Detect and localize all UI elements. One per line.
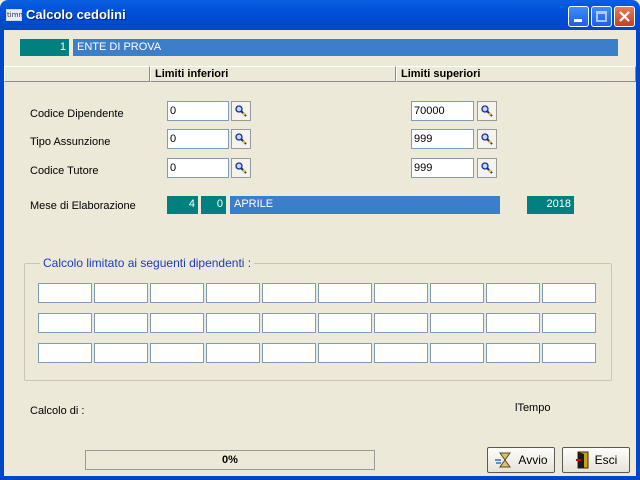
day-field[interactable]: 0 [201,196,226,214]
tipo-assunzione-upper-input[interactable]: 999 [411,129,474,149]
search-lookup-icon [235,162,247,174]
codice-tutore-lower-lookup-button[interactable] [231,158,251,178]
minimize-button[interactable] [568,6,589,27]
window-frame-bottom [0,476,640,480]
year-field[interactable]: 2018 [527,196,574,214]
employee-code-cell[interactable] [262,283,316,303]
search-lookup-icon [235,133,247,145]
search-lookup-icon [481,105,493,117]
progress-text: 0% [222,454,238,466]
employee-code-cell[interactable] [38,283,92,303]
employee-code-cell[interactable] [150,343,204,363]
employee-code-cell[interactable] [486,343,540,363]
search-lookup-icon [235,105,247,117]
exit-button-label: Esci [594,453,618,467]
maximize-icon [596,11,607,22]
employee-code-cell[interactable] [486,283,540,303]
hourglass-run-icon [495,452,512,468]
employee-code-cell[interactable] [430,283,484,303]
employee-code-cell[interactable] [486,313,540,333]
search-lookup-icon [481,162,493,174]
calc-progress-label: Calcolo di : [30,405,85,417]
codice-dipendente-lower-input[interactable]: 0 [167,101,229,121]
employee-code-cell[interactable] [430,313,484,333]
employees-groupbox-title: Calcolo limitato ai seguenti dipendenti … [40,256,255,270]
codice-tutore-upper-input[interactable]: 999 [411,158,474,178]
codice-dipendente-upper-lookup-button[interactable] [477,101,497,121]
start-button[interactable]: Avvio [487,447,555,473]
minimize-icon [574,19,582,22]
window-title: Calcolo cedolini [26,7,126,22]
employee-code-cell[interactable] [542,313,596,333]
label-mese-elaborazione: Mese di Elaborazione [30,200,136,212]
door-exit-icon [575,451,589,469]
label-tipo-assunzione: Tipo Assunzione [30,136,111,148]
header-lower-limits: Limiti inferiori [150,66,396,82]
time-label: lTempo [515,402,551,414]
label-codice-dipendente: Codice Dipendente [30,108,124,120]
employee-code-cell[interactable] [542,283,596,303]
employee-code-cell[interactable] [206,313,260,333]
exit-button[interactable]: Esci [562,447,630,473]
search-lookup-icon [481,133,493,145]
employees-grid [38,283,598,365]
employee-code-cell[interactable] [38,343,92,363]
employee-code-cell[interactable] [262,343,316,363]
employee-code-cell[interactable] [374,283,428,303]
employee-code-cell[interactable] [38,313,92,333]
employee-code-cell[interactable] [206,283,260,303]
employee-code-cell[interactable] [262,313,316,333]
tipo-assunzione-lower-input[interactable]: 0 [167,129,229,149]
tipo-assunzione-lower-lookup-button[interactable] [231,129,251,149]
employee-code-cell[interactable] [318,343,372,363]
company-code: 1 [20,39,69,56]
app-icon: timn [6,9,23,21]
month-name-field: APRILE [230,196,500,214]
start-button-label: Avvio [518,453,548,467]
codice-dipendente-upper-input[interactable]: 70000 [411,101,474,121]
codice-dipendente-lower-lookup-button[interactable] [231,101,251,121]
tipo-assunzione-upper-lookup-button[interactable] [477,129,497,149]
header-spacer [4,66,150,82]
employee-code-cell[interactable] [374,343,428,363]
employee-code-cell[interactable] [542,343,596,363]
employee-code-cell[interactable] [94,283,148,303]
employee-code-cell[interactable] [374,313,428,333]
month-number-field[interactable]: 4 [167,196,198,214]
employee-code-cell[interactable] [150,313,204,333]
close-icon [619,11,630,22]
employee-code-cell[interactable] [206,343,260,363]
maximize-button[interactable] [591,6,612,27]
employee-code-cell[interactable] [150,283,204,303]
employee-code-cell[interactable] [430,343,484,363]
codice-tutore-lower-input[interactable]: 0 [167,158,229,178]
close-button[interactable] [614,6,635,27]
employee-code-cell[interactable] [94,343,148,363]
company-name: ENTE DI PROVA [73,39,618,56]
codice-tutore-upper-lookup-button[interactable] [477,158,497,178]
window-frame-left [0,30,4,480]
employee-code-cell[interactable] [318,313,372,333]
progress-bar: 0% [85,450,375,470]
header-upper-limits: Limiti superiori [396,66,636,82]
label-codice-tutore: Codice Tutore [30,165,99,177]
employee-code-cell[interactable] [318,283,372,303]
employee-code-cell[interactable] [94,313,148,333]
window-frame-right [636,30,640,480]
